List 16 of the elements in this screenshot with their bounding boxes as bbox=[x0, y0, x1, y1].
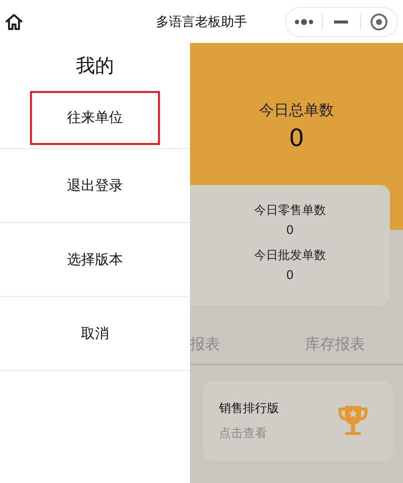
menu-item[interactable]: 取消 bbox=[30, 306, 160, 360]
menu-item[interactable]: 退出登录 bbox=[30, 158, 160, 212]
window-title: 多语言老板助手 bbox=[156, 14, 247, 30]
drawer-title: 我的 bbox=[75, 54, 115, 79]
stat-label: 今日零售单数 bbox=[254, 202, 326, 219]
stat-label: 今日批发单数 bbox=[254, 247, 326, 264]
stat-value: 0 bbox=[286, 223, 294, 237]
home-icon[interactable] bbox=[4, 12, 24, 32]
card-subtitle: 点击查看 bbox=[219, 425, 268, 442]
menu-item[interactable]: 往来单位 bbox=[30, 91, 160, 145]
report-card[interactable]: 销售排行版 点击查看 bbox=[203, 381, 393, 461]
summary-label: 今日总单数 bbox=[259, 101, 334, 120]
menu-item[interactable]: 选择版本 bbox=[30, 232, 160, 286]
stat-value: 0 bbox=[286, 268, 294, 282]
summary-value: 0 bbox=[288, 124, 304, 152]
card-title: 销售排行版 bbox=[219, 400, 280, 417]
